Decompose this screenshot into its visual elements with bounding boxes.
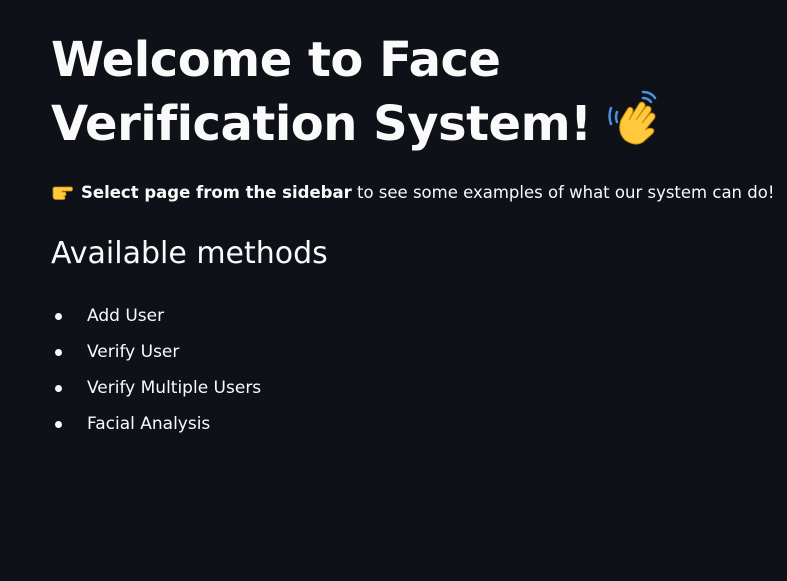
methods-heading: Available methods <box>51 236 328 271</box>
method-label: Facial Analysis <box>87 414 211 434</box>
pointing-hand-icon <box>52 186 73 200</box>
bullet-icon <box>55 385 62 392</box>
list-item: Facial Analysis <box>51 406 761 442</box>
page-title-text: Welcome to Face Verification System! <box>51 32 592 152</box>
method-label: Verify Multiple Users <box>87 378 262 398</box>
list-item: Add User <box>51 298 761 334</box>
list-item: Verify Multiple Users <box>51 370 761 406</box>
waving-hand-icon <box>608 90 657 145</box>
intro-bold-text: Select page from the sidebar <box>81 183 352 202</box>
intro-paragraph: Select page from the sidebar to see some… <box>51 180 774 206</box>
bullet-icon <box>55 421 62 428</box>
list-item: Verify User <box>51 334 761 370</box>
intro-rest-text: to see some examples of what our system … <box>351 183 775 202</box>
main-content: Welcome to Face Verification System! Sel… <box>51 30 774 442</box>
bullet-icon <box>55 349 62 356</box>
method-label: Add User <box>87 306 165 326</box>
page-title: Welcome to Face Verification System! <box>51 30 761 154</box>
methods-list: Add User Verify User Verify Multiple Use… <box>51 298 761 442</box>
method-label: Verify User <box>87 342 180 362</box>
bullet-icon <box>55 313 62 320</box>
